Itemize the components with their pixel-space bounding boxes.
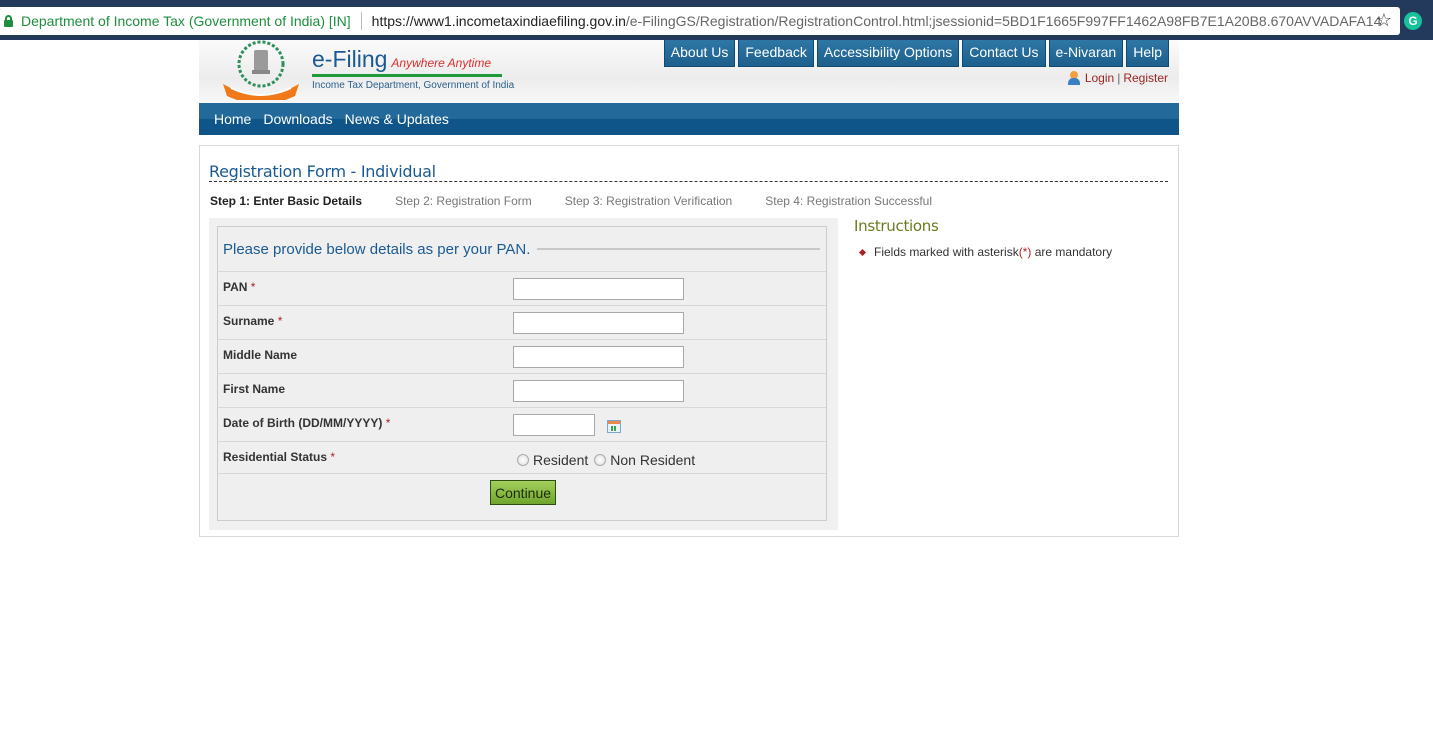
dob-input[interactable]: [513, 414, 595, 436]
instruction-item: Fields marked with asterisk(*) are manda…: [854, 245, 1112, 259]
login-link[interactable]: Login: [1085, 71, 1114, 85]
brand-tagline: Anywhere Anytime: [391, 56, 492, 70]
instructions-title: Instructions: [854, 217, 939, 235]
form-container: Please provide below details as per your…: [209, 218, 838, 530]
top-link-about-us[interactable]: About Us: [663, 40, 736, 67]
brand-underline: [312, 74, 502, 77]
pan-label-text: PAN: [223, 280, 248, 294]
instruction-text-post: are mandatory: [1031, 245, 1113, 259]
instruction-text: Fields marked with asterisk(*) are manda…: [874, 245, 1112, 259]
step-indicator: Step 1: Enter Basic Details Step 2: Regi…: [210, 194, 965, 208]
step-4: Step 4: Registration Successful: [765, 194, 932, 208]
instruction-text-pre: Fields marked with asterisk: [874, 245, 1019, 259]
site-identity[interactable]: Department of Income Tax (Government of …: [21, 13, 351, 29]
lock-icon: [4, 15, 13, 27]
top-link-contact-us[interactable]: Contact Us: [962, 40, 1046, 67]
grammarly-extension-icon[interactable]: G: [1404, 12, 1422, 30]
top-link-accessibility-options[interactable]: Accessibility Options: [816, 40, 960, 67]
form-heading: Please provide below details as per your…: [218, 227, 826, 272]
middle-name-label: Middle Name: [223, 348, 298, 362]
pan-label: PAN *: [223, 280, 255, 294]
first-name-input[interactable]: [513, 380, 684, 402]
bookmark-star-icon[interactable]: ☆: [1376, 10, 1392, 31]
continue-button[interactable]: Continue: [490, 480, 557, 505]
first-name-row: First Name: [218, 374, 826, 408]
residential-status-label: Residential Status *: [223, 450, 335, 464]
basic-details-form: Please provide below details as per your…: [217, 226, 827, 521]
surname-label: Surname *: [223, 314, 282, 328]
required-marker: *: [330, 450, 336, 464]
radio-resident-label[interactable]: Resident: [533, 452, 588, 468]
dob-label: Date of Birth (DD/MM/YYYY) *: [223, 416, 390, 430]
login-area: Login | Register: [1067, 71, 1168, 85]
radio-resident[interactable]: [517, 454, 529, 466]
step-1: Step 1: Enter Basic Details: [210, 194, 363, 208]
pan-input[interactable]: [513, 278, 684, 300]
pan-row: PAN *: [218, 272, 826, 306]
residential-status-radios: Resident Non Resident: [517, 452, 701, 468]
first-name-label: First Name: [223, 382, 286, 396]
register-link[interactable]: Register: [1123, 71, 1168, 85]
registration-panel: Registration Form - Individual Step 1: E…: [199, 145, 1179, 537]
dob-row: Date of Birth (DD/MM/YYYY) *: [218, 408, 826, 442]
residential-status-label-text: Residential Status: [223, 450, 328, 464]
radio-non-resident[interactable]: [594, 454, 607, 466]
url-host: https://www1.incometaxindiaefiling.gov.i…: [371, 13, 626, 29]
form-heading-text: Please provide below details as per your…: [223, 240, 531, 258]
step-2: Step 2: Registration Form: [395, 194, 532, 208]
form-actions: Continue: [218, 474, 826, 520]
site-header: e-Filing Anywhere Anytime Income Tax Depa…: [199, 40, 1179, 103]
calendar-icon[interactable]: [607, 420, 621, 433]
instructions-panel: Instructions Fields marked with asterisk…: [854, 217, 1112, 259]
nav-item-home[interactable]: Home: [214, 111, 251, 127]
address-bar[interactable]: Department of Income Tax (Government of …: [0, 7, 1400, 35]
surname-row: Surname *: [218, 306, 826, 340]
middle-name-input[interactable]: [513, 346, 684, 368]
url-path: /e-FilingGS/Registration/RegistrationCon…: [625, 13, 1382, 29]
bullet-icon: [858, 248, 867, 256]
required-marker: *: [277, 314, 283, 328]
nav-item-downloads[interactable]: Downloads: [263, 111, 332, 127]
middle-name-row: Middle Name: [218, 340, 826, 374]
income-tax-emblem-logo[interactable]: [219, 40, 303, 100]
top-links: About Us Feedback Accessibility Options …: [663, 40, 1169, 67]
required-marker: *: [385, 416, 391, 430]
user-icon: [1067, 71, 1081, 85]
site-header-wrapper: e-Filing Anywhere Anytime Income Tax Depa…: [199, 40, 1179, 135]
browser-toolbar: Department of Income Tax (Government of …: [0, 0, 1433, 40]
nav-item-news-updates[interactable]: News & Updates: [345, 111, 449, 127]
surname-input[interactable]: [513, 312, 684, 334]
form-heading-rule: [537, 248, 820, 250]
required-marker: *: [250, 280, 256, 294]
instruction-asterisk: (*): [1018, 245, 1032, 259]
address-separator: [360, 12, 362, 30]
dob-label-text: Date of Birth (DD/MM/YYYY): [223, 416, 383, 430]
main-nav: Home Downloads News & Updates: [199, 103, 1179, 135]
top-link-e-nivaran[interactable]: e-Nivaran: [1048, 40, 1124, 67]
url-text[interactable]: https://www1.incometaxindiaefiling.gov.i…: [372, 13, 1382, 29]
page-title: Registration Form - Individual: [209, 162, 436, 181]
radio-non-resident-label[interactable]: Non Resident: [610, 452, 695, 468]
top-link-feedback[interactable]: Feedback: [738, 40, 814, 67]
brand-subtitle: Income Tax Department, Government of Ind…: [312, 80, 515, 91]
brand-block: e-Filing Anywhere Anytime Income Tax Depa…: [312, 46, 514, 91]
login-separator: |: [1117, 71, 1121, 85]
brand-title: e-Filing: [312, 46, 388, 72]
title-divider: [209, 181, 1168, 182]
top-link-help[interactable]: Help: [1126, 40, 1169, 67]
residential-status-row: Residential Status * Resident Non Reside…: [218, 442, 826, 474]
step-3: Step 3: Registration Verification: [564, 194, 733, 208]
surname-label-text: Surname: [223, 314, 275, 328]
